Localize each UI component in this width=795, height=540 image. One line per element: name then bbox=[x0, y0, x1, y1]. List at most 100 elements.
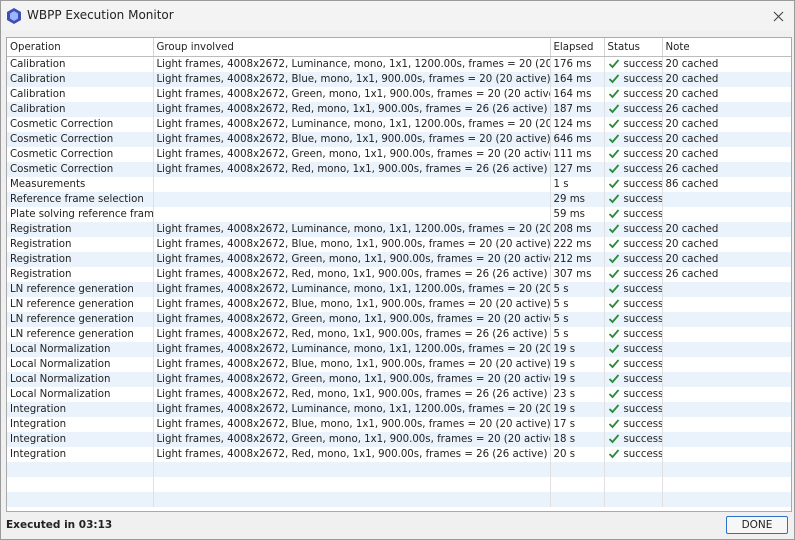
note-cell bbox=[662, 342, 791, 357]
status-cell: success bbox=[604, 72, 663, 87]
table-row[interactable]: Calibration Light frames, 4008x2672, Red,… bbox=[7, 102, 791, 117]
empty-cell bbox=[153, 462, 551, 477]
table-row[interactable]: Calibration Light frames, 4008x2672, Blue… bbox=[7, 72, 791, 87]
elapsed-cell: 176 ms bbox=[550, 56, 605, 72]
operation-cell: LN reference generation bbox=[7, 327, 154, 342]
close-icon bbox=[773, 11, 783, 21]
status-text: success bbox=[623, 449, 662, 460]
check-icon bbox=[608, 194, 619, 204]
note-cell bbox=[662, 192, 791, 207]
note-cell: 20 cached bbox=[662, 56, 791, 72]
title-bar: WBPP Execution Monitor bbox=[1, 1, 794, 31]
column-header-group[interactable]: Group involved bbox=[153, 38, 551, 57]
group-cell: Light frames, 4008x2672, Luminance, mono… bbox=[153, 222, 551, 237]
group-cell: Light frames, 4008x2672, Luminance, mono… bbox=[153, 56, 551, 72]
status-text: success bbox=[623, 74, 662, 85]
empty-cell bbox=[662, 492, 791, 507]
status-cell: success bbox=[604, 237, 663, 252]
note-cell: 20 cached bbox=[662, 87, 791, 102]
table-row[interactable]: Cosmetic Correction Light frames, 4008x26… bbox=[7, 147, 791, 162]
table-row[interactable]: Calibration Light frames, 4008x2672, Lumi… bbox=[7, 56, 791, 72]
table-row[interactable]: Reference frame selection 29 ms success bbox=[7, 192, 791, 207]
check-icon bbox=[608, 344, 619, 354]
group-cell: Light frames, 4008x2672, Blue, mono, 1x1… bbox=[153, 417, 551, 432]
check-icon bbox=[608, 164, 619, 174]
group-cell: Light frames, 4008x2672, Green, mono, 1x… bbox=[153, 147, 551, 162]
table-row[interactable]: Integration Light frames, 4008x2672, Gree… bbox=[7, 432, 791, 447]
status-text: success bbox=[623, 329, 662, 340]
table-row[interactable]: LN reference generation Light frames, 400… bbox=[7, 312, 791, 327]
operation-cell: Reference frame selection bbox=[7, 192, 154, 207]
status-cell: success bbox=[604, 357, 663, 372]
group-cell: Light frames, 4008x2672, Green, mono, 1x… bbox=[153, 432, 551, 447]
table-row[interactable]: Measurements 1 s success 86 cached bbox=[7, 177, 791, 192]
empty-row bbox=[7, 492, 791, 507]
status-text: success bbox=[623, 254, 662, 265]
table-row[interactable]: LN reference generation Light frames, 400… bbox=[7, 282, 791, 297]
elapsed-cell: 18 s bbox=[550, 432, 605, 447]
status-cell: success bbox=[604, 162, 663, 177]
column-header-operation[interactable]: Operation bbox=[7, 38, 154, 57]
group-cell: Light frames, 4008x2672, Red, mono, 1x1,… bbox=[153, 327, 551, 342]
empty-cell bbox=[604, 492, 663, 507]
check-icon bbox=[608, 149, 619, 159]
done-button[interactable]: DONE bbox=[726, 516, 788, 534]
table-row[interactable]: Registration Light frames, 4008x2672, Lum… bbox=[7, 222, 791, 237]
operation-cell: Integration bbox=[7, 432, 154, 447]
status-text: success bbox=[623, 389, 662, 400]
status-cell: success bbox=[604, 222, 663, 237]
elapsed-cell: 17 s bbox=[550, 417, 605, 432]
table-row[interactable]: Plate solving reference frames 59 ms succe… bbox=[7, 207, 791, 222]
group-cell: Light frames, 4008x2672, Red, mono, 1x1,… bbox=[153, 102, 551, 117]
check-icon bbox=[608, 359, 619, 369]
empty-cell bbox=[662, 477, 791, 492]
table-row[interactable]: LN reference generation Light frames, 400… bbox=[7, 327, 791, 342]
note-cell: 20 cached bbox=[662, 117, 791, 132]
table-row[interactable]: Local Normalization Light frames, 4008x26… bbox=[7, 342, 791, 357]
column-header-note[interactable]: Note bbox=[662, 38, 791, 57]
table-row[interactable]: LN reference generation Light frames, 400… bbox=[7, 297, 791, 312]
table-row[interactable]: Registration Light frames, 4008x2672, Red… bbox=[7, 267, 791, 282]
execution-monitor-window: WBPP Execution Monitor Operation Group i… bbox=[0, 0, 795, 540]
status-text: success bbox=[623, 104, 662, 115]
table-row[interactable]: Integration Light frames, 4008x2672, Red,… bbox=[7, 447, 791, 462]
execution-table[interactable]: Operation Group involved Elapsed Status … bbox=[6, 37, 792, 512]
operation-cell: Measurements bbox=[7, 177, 154, 192]
column-header-status[interactable]: Status bbox=[604, 38, 663, 57]
operation-cell: Local Normalization bbox=[7, 372, 154, 387]
table-row[interactable]: Registration Light frames, 4008x2672, Blu… bbox=[7, 237, 791, 252]
table-row[interactable]: Cosmetic Correction Light frames, 4008x26… bbox=[7, 117, 791, 132]
table-row[interactable]: Registration Light frames, 4008x2672, Gre… bbox=[7, 252, 791, 267]
status-cell: success bbox=[604, 132, 663, 147]
operation-cell: Cosmetic Correction bbox=[7, 162, 154, 177]
note-cell bbox=[662, 387, 791, 402]
table-row[interactable]: Integration Light frames, 4008x2672, Blue… bbox=[7, 417, 791, 432]
empty-cell bbox=[7, 492, 154, 507]
status-text: success bbox=[623, 314, 662, 325]
column-header-elapsed[interactable]: Elapsed bbox=[550, 38, 605, 57]
note-cell: 20 cached bbox=[662, 237, 791, 252]
empty-cell bbox=[7, 462, 154, 477]
table-row[interactable]: Calibration Light frames, 4008x2672, Gree… bbox=[7, 87, 791, 102]
status-text: success bbox=[623, 359, 662, 370]
status-cell: success bbox=[604, 447, 663, 462]
table-row[interactable]: Cosmetic Correction Light frames, 4008x26… bbox=[7, 132, 791, 147]
note-cell bbox=[662, 327, 791, 342]
note-cell bbox=[662, 282, 791, 297]
check-icon bbox=[608, 314, 619, 324]
elapsed-cell: 5 s bbox=[550, 282, 605, 297]
elapsed-cell: 20 s bbox=[550, 447, 605, 462]
table-row[interactable]: Integration Light frames, 4008x2672, Lumi… bbox=[7, 402, 791, 417]
table-row[interactable]: Local Normalization Light frames, 4008x26… bbox=[7, 357, 791, 372]
table-row[interactable]: Cosmetic Correction Light frames, 4008x26… bbox=[7, 162, 791, 177]
close-button[interactable] bbox=[768, 6, 788, 26]
elapsed-cell: 164 ms bbox=[550, 87, 605, 102]
elapsed-cell: 111 ms bbox=[550, 147, 605, 162]
status-text: success bbox=[623, 179, 662, 190]
group-cell: Light frames, 4008x2672, Luminance, mono… bbox=[153, 402, 551, 417]
status-text: success bbox=[623, 404, 662, 415]
group-cell: Light frames, 4008x2672, Blue, mono, 1x1… bbox=[153, 72, 551, 87]
status-text: success bbox=[623, 224, 662, 235]
table-row[interactable]: Local Normalization Light frames, 4008x26… bbox=[7, 387, 791, 402]
table-row[interactable]: Local Normalization Light frames, 4008x26… bbox=[7, 372, 791, 387]
